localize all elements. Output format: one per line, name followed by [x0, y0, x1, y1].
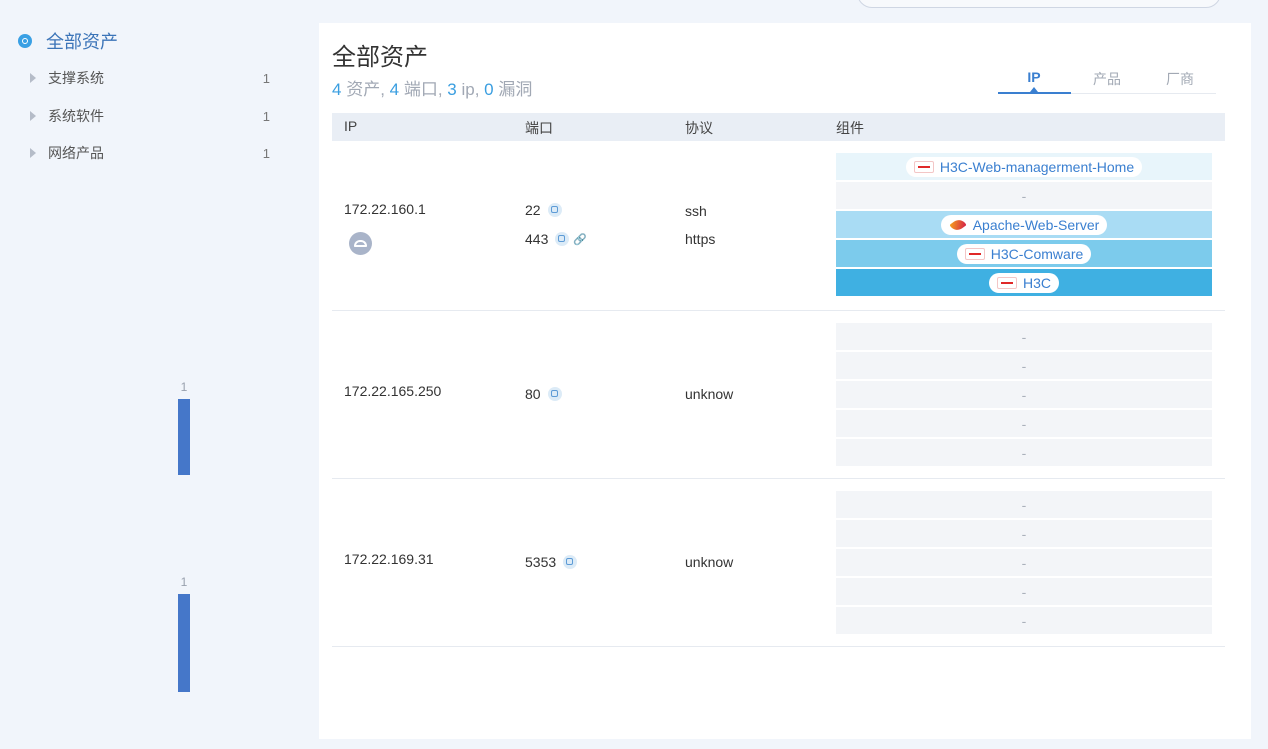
expand-arrow-icon[interactable]	[30, 111, 36, 121]
sidebar: 全部资产 支撑系统 1 系统软件 1 网络产品 1 1Other Soft...…	[0, 0, 310, 749]
component-item: -	[836, 410, 1212, 437]
tree-item-label: 支撑系统	[48, 70, 104, 86]
table-header: IP 端口 协议 组件	[332, 113, 1225, 141]
component-item: -	[836, 381, 1212, 408]
component-item: -	[836, 491, 1212, 518]
component-name: H3C-Web-managerment-Home	[939, 158, 1135, 175]
h3c-logo-icon	[913, 160, 934, 173]
vuln-count: 0	[484, 80, 494, 99]
component-list: - - - - -	[836, 491, 1212, 636]
protocol: ssh	[685, 203, 707, 219]
component-item: H3C-Comware	[836, 240, 1212, 267]
expand-arrow-icon[interactable]	[30, 148, 36, 158]
protocol: unknow	[685, 554, 734, 570]
ip-address[interactable]: 172.22.169.31	[344, 551, 434, 567]
port-entry[interactable]: 443 🔗	[525, 231, 587, 247]
component-tag[interactable]: H3C-Web-managerment-Home	[905, 156, 1143, 177]
ip-address[interactable]: 172.22.165.250	[344, 383, 441, 399]
component-tag[interactable]: H3C	[988, 272, 1059, 293]
chart-bar[interactable]	[178, 399, 190, 475]
ip-address[interactable]: 172.22.160.1	[344, 201, 426, 217]
port-number: 5353	[525, 554, 557, 570]
table-row[interactable]: 172.22.169.31 5353 unknow - - - - -	[332, 479, 1225, 647]
link-icon[interactable]: 🔗	[573, 233, 587, 246]
column-header-ip[interactable]: IP	[344, 118, 357, 134]
view-tabs: IP 产品 厂商	[998, 69, 1216, 94]
component-item: -	[836, 520, 1212, 547]
page-title: 全部资产	[332, 44, 428, 71]
caret-up-icon	[1030, 87, 1038, 92]
search-input[interactable]	[857, 0, 1221, 8]
component-item: -	[836, 323, 1212, 350]
port-count-label: 端口,	[399, 80, 448, 99]
component-name: Apache-Web-Server	[972, 216, 1100, 233]
protocol: https	[685, 231, 716, 247]
tab-vendor[interactable]: 厂商	[1144, 69, 1216, 89]
column-header-port[interactable]: 端口	[525, 118, 553, 138]
port-entry[interactable]: 80	[525, 386, 562, 402]
port-detail-icon[interactable]	[547, 203, 562, 217]
router-device-icon	[349, 232, 372, 255]
component-item: -	[836, 578, 1212, 605]
active-tab-indicator	[998, 92, 1071, 94]
asset-root-icon	[18, 34, 32, 48]
component-item: -	[836, 439, 1212, 466]
component-item: H3C	[836, 269, 1212, 296]
tree-root-label: 全部资产	[46, 32, 118, 52]
h3c-logo-icon	[996, 276, 1017, 289]
component-name: H3C-Comware	[990, 245, 1084, 262]
tree-item-support-system[interactable]: 支撑系统 1	[30, 67, 270, 89]
tab-product[interactable]: 产品	[1071, 69, 1143, 89]
protocol: unknow	[685, 386, 734, 402]
table-row[interactable]: 172.22.160.1 22 ssh 443 🔗 https H3C-Web-…	[332, 141, 1225, 311]
tree-item-label: 网络产品	[48, 145, 104, 161]
tree-item-count: 1	[262, 108, 270, 124]
vuln-count-label: 漏洞	[493, 80, 533, 99]
tree-item-network-product[interactable]: 网络产品 1	[30, 142, 270, 164]
port-count: 4	[389, 80, 400, 99]
column-header-component[interactable]: 组件	[836, 118, 864, 138]
component-item: -	[836, 549, 1212, 576]
port-entry[interactable]: 22	[525, 202, 562, 218]
port-number: 443	[525, 231, 549, 247]
component-item: Apache-Web-Server	[836, 211, 1212, 238]
ip-count-label: ip,	[456, 80, 485, 99]
h3c-logo-icon	[964, 247, 985, 260]
port-detail-icon[interactable]	[563, 555, 578, 569]
port-detail-icon[interactable]	[547, 387, 562, 401]
port-number: 22	[525, 202, 541, 218]
tree-item-system-software[interactable]: 系统软件 1	[30, 105, 270, 127]
port-detail-icon[interactable]	[555, 232, 570, 246]
apache-feather-icon	[949, 216, 967, 233]
component-item: -	[836, 182, 1212, 209]
tree-item-label: 系统软件	[48, 108, 104, 124]
component-list: - - - - -	[836, 323, 1212, 468]
tree-root-all-assets[interactable]: 全部资产	[18, 28, 118, 54]
port-entry[interactable]: 5353	[525, 554, 578, 570]
chart-data-label: 1	[180, 380, 188, 394]
component-item: -	[836, 607, 1212, 634]
table-row[interactable]: 172.22.165.250 80 unknow - - - - -	[332, 311, 1225, 479]
component-name: H3C	[1022, 274, 1051, 291]
ip-count: 3	[447, 80, 457, 99]
asset-summary: 4 资产, 4 端口, 3 ip, 0 漏洞	[332, 75, 532, 100]
component-item: H3C-Web-managerment-Home	[836, 153, 1212, 180]
asset-count-label: 资产,	[341, 80, 390, 99]
chart-bar[interactable]	[178, 594, 190, 692]
component-tag[interactable]: Apache-Web-Server	[940, 214, 1108, 235]
tree-item-count: 1	[262, 145, 270, 161]
component-tag[interactable]: H3C-Comware	[956, 243, 1092, 264]
column-header-protocol[interactable]: 协议	[685, 118, 713, 138]
tab-ip[interactable]: IP	[998, 69, 1070, 85]
expand-arrow-icon[interactable]	[30, 73, 36, 83]
chart-data-label: 1	[180, 575, 188, 589]
component-item: -	[836, 352, 1212, 379]
component-list: H3C-Web-managerment-Home - Apache-Web-Se…	[836, 153, 1212, 298]
tree-item-count: 1	[262, 70, 270, 86]
main-panel: 全部资产 4 资产, 4 端口, 3 ip, 0 漏洞 IP 产品 厂商 IP …	[319, 23, 1251, 739]
port-number: 80	[525, 386, 541, 402]
